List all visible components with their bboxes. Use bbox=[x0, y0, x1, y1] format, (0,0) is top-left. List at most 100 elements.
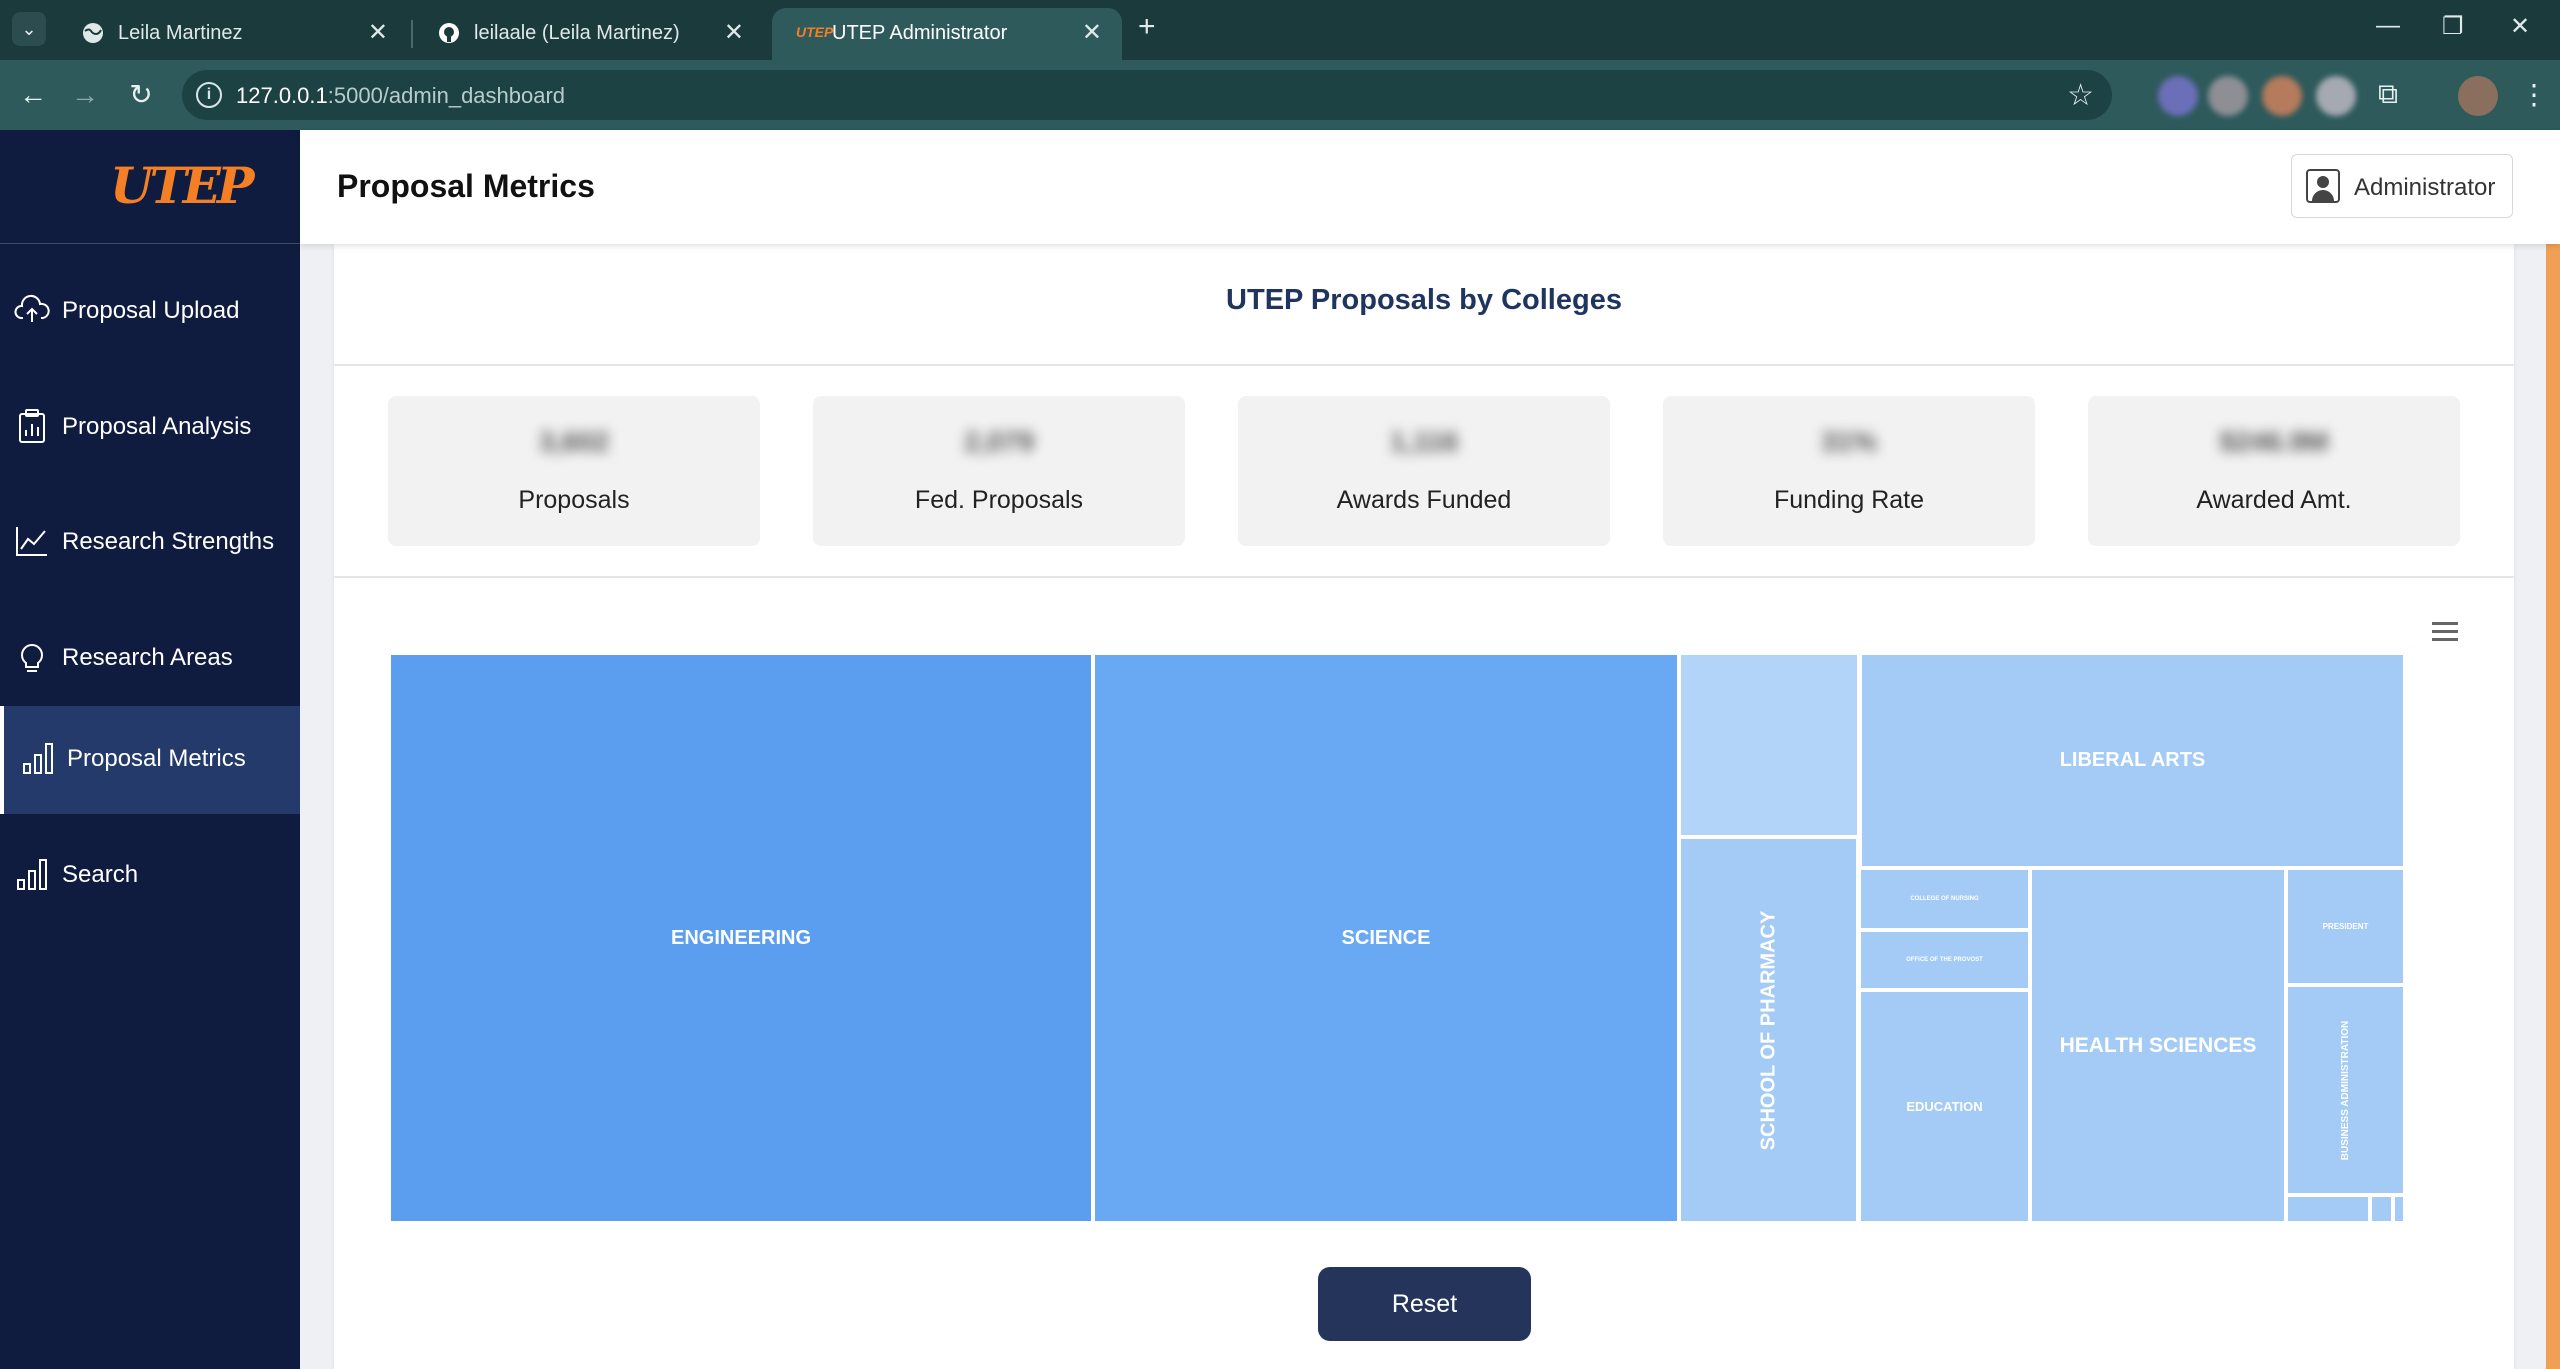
metric-value: 1,116 bbox=[1389, 426, 1459, 457]
new-tab-icon[interactable]: + bbox=[1138, 10, 1156, 44]
globe-icon bbox=[83, 23, 103, 43]
treemap-tile[interactable]: ENGINEERING bbox=[389, 653, 1093, 1223]
reload-icon[interactable]: ↻ bbox=[122, 76, 160, 114]
bar-chart-icon bbox=[17, 859, 47, 890]
chart-menu-icon[interactable] bbox=[2432, 622, 2458, 644]
sidebar-item-label: Search bbox=[62, 861, 139, 888]
sidebar-item-research-strengths[interactable]: Research Strengths bbox=[0, 489, 300, 595]
divider bbox=[334, 364, 2514, 366]
browser-menu-icon[interactable]: ⋮ bbox=[2520, 78, 2548, 111]
treemap-tile[interactable]: PRESIDENT bbox=[2286, 868, 2405, 985]
close-tab-icon[interactable]: ✕ bbox=[724, 18, 744, 47]
treemap-tile[interactable]: SCIENCE bbox=[1093, 653, 1679, 1223]
sidebar: UTEP Proposal Upload Proposal Analysis R… bbox=[0, 130, 300, 1369]
bookmark-star-icon[interactable]: ☆ bbox=[2067, 78, 2094, 113]
treemap-tile-label: SCIENCE bbox=[1341, 926, 1431, 949]
card-title: UTEP Proposals by Colleges bbox=[1226, 284, 1622, 316]
cloud-upload-icon bbox=[14, 295, 50, 322]
sidebar-item-label: Research Areas bbox=[62, 644, 233, 671]
treemap-tile-label: EDUCATION bbox=[1906, 1099, 1983, 1114]
site-info-icon[interactable]: i bbox=[196, 82, 222, 108]
metric-value: 31% bbox=[1820, 426, 1878, 457]
sidebar-item-label: Research Strengths bbox=[62, 528, 275, 555]
treemap-tile[interactable]: EDUCATION bbox=[1859, 990, 2030, 1223]
metric-awarded-amount: $246.9M Awarded Amt. bbox=[2088, 396, 2460, 546]
browser-tab[interactable]: leilaale (Leila Martinez) ✕ bbox=[414, 8, 764, 60]
sidebar-item-label: Proposal Upload bbox=[62, 297, 240, 324]
treemap-tile-label: BUSINESS ADMINISTRATION bbox=[2340, 1020, 2352, 1160]
main-content: Proposal Metrics Administrator UTEP Prop… bbox=[300, 130, 2560, 1369]
sidebar-item-proposal-metrics[interactable]: Proposal Metrics bbox=[0, 706, 300, 814]
sidebar-item-label: Proposal Metrics bbox=[67, 745, 246, 772]
metric-value: 2,079 bbox=[963, 426, 1035, 457]
extension-icon[interactable] bbox=[2316, 76, 2356, 116]
treemap-tile-label: PRESIDENT bbox=[2322, 922, 2369, 931]
tab-search-chevron-icon[interactable]: ⌄ bbox=[12, 12, 46, 46]
treemap-tile[interactable] bbox=[2393, 1195, 2405, 1223]
treemap-tile-label: HEALTH SCIENCES bbox=[2059, 1033, 2257, 1057]
line-chart-icon bbox=[16, 527, 47, 556]
clipboard-chart-icon bbox=[19, 409, 45, 443]
browser-tab-strip: ⌄ Leila Martinez ✕ leilaale (Leila Marti… bbox=[0, 0, 2560, 60]
treemap-tile[interactable]: HEALTH SCIENCES bbox=[2030, 868, 2286, 1223]
lightbulb-icon bbox=[21, 644, 43, 672]
treemap-tile[interactable]: BUSINESS ADMINISTRATION bbox=[2286, 985, 2405, 1195]
treemap-tile-label: COLLEGE OF NURSING bbox=[1910, 896, 1979, 902]
logo-area: UTEP bbox=[0, 130, 300, 244]
treemap-tile[interactable] bbox=[2370, 1195, 2393, 1223]
metric-value: 3,602 bbox=[538, 426, 610, 457]
page-title: Proposal Metrics bbox=[337, 168, 595, 204]
treemap-tile-label: OFFICE OF THE PROVOST bbox=[1906, 957, 1983, 963]
treemap-tile[interactable] bbox=[2286, 1195, 2370, 1223]
sidebar-item-research-areas[interactable]: Research Areas bbox=[0, 605, 300, 711]
close-tab-icon[interactable]: ✕ bbox=[368, 18, 388, 47]
treemap-tile[interactable]: OFFICE OF THE PROVOST bbox=[1859, 930, 2030, 990]
administrator-label: Administrator bbox=[2354, 174, 2496, 201]
sidebar-item-search[interactable]: Search bbox=[0, 822, 300, 928]
back-icon[interactable]: ← bbox=[14, 76, 52, 114]
metric-label: Awards Funded bbox=[1336, 486, 1512, 514]
treemap-chart: ENGINEERING SCIENCE LIBERAL ARTS SCHOOL OF … bbox=[389, 653, 2405, 1351]
metric-value: $246.9M bbox=[2219, 426, 2329, 457]
reset-button[interactable]: Reset bbox=[1318, 1267, 1531, 1341]
tab-title: Leila Martinez bbox=[118, 22, 243, 44]
treemap-tile-label: SCHOOL OF PHARMACY bbox=[1757, 910, 1780, 1150]
administrator-button[interactable]: Administrator bbox=[2291, 154, 2513, 218]
github-icon bbox=[439, 23, 459, 43]
metric-label: Fed. Proposals bbox=[914, 486, 1084, 514]
browser-tab-active[interactable]: UTEP UTEP Administrator ✕ bbox=[772, 8, 1122, 60]
metric-awards-funded: 1,116 Awards Funded bbox=[1238, 396, 1610, 546]
treemap-tile[interactable]: LIBERAL ARTS bbox=[1860, 653, 2405, 868]
extension-icon[interactable] bbox=[2208, 76, 2248, 116]
treemap-tile[interactable]: SCHOOL OF PHARMACY bbox=[1679, 837, 1858, 1223]
close-tab-icon[interactable]: ✕ bbox=[1082, 18, 1102, 47]
page-header: Proposal Metrics Administrator bbox=[300, 130, 2560, 244]
extension-icon[interactable] bbox=[2262, 76, 2302, 116]
utep-favicon: UTEP bbox=[796, 24, 834, 40]
metric-label: Proposals bbox=[518, 486, 630, 514]
divider bbox=[334, 576, 2514, 578]
sidebar-item-label: Proposal Analysis bbox=[62, 413, 252, 440]
profile-avatar[interactable] bbox=[2458, 76, 2498, 116]
treemap-tile[interactable] bbox=[1679, 653, 1859, 837]
close-window-icon[interactable]: ✕ bbox=[2510, 12, 2530, 41]
address-bar[interactable]: i 127.0.0.1:5000/admin_dashboard ☆ bbox=[182, 70, 2112, 120]
sidebar-item-proposal-upload[interactable]: Proposal Upload bbox=[0, 258, 300, 364]
extensions-puzzle-icon[interactable]: ⧉ bbox=[2378, 78, 2398, 111]
metric-label: Awarded Amt. bbox=[2196, 486, 2352, 514]
metric-label: Funding Rate bbox=[1773, 486, 1925, 514]
treemap-tile[interactable]: COLLEGE OF NURSING bbox=[1859, 868, 2030, 930]
metric-funding-rate: 31% Funding Rate bbox=[1663, 396, 2035, 546]
bar-chart-icon bbox=[23, 743, 53, 774]
extension-icon[interactable] bbox=[2158, 76, 2198, 116]
tab-separator bbox=[411, 20, 413, 48]
minimize-icon[interactable]: — bbox=[2376, 12, 2400, 40]
metric-proposals: 3,602 Proposals bbox=[388, 396, 760, 546]
sidebar-item-proposal-analysis[interactable]: Proposal Analysis bbox=[0, 374, 300, 480]
scrollbar[interactable] bbox=[2546, 180, 2560, 1369]
restore-icon[interactable]: ❐ bbox=[2442, 12, 2464, 41]
browser-tab[interactable]: Leila Martinez ✕ bbox=[58, 8, 408, 60]
utep-logo[interactable]: UTEP bbox=[110, 156, 255, 215]
treemap-tile-label: LIBERAL ARTS bbox=[2059, 749, 2206, 771]
forward-icon[interactable]: → bbox=[66, 76, 104, 114]
